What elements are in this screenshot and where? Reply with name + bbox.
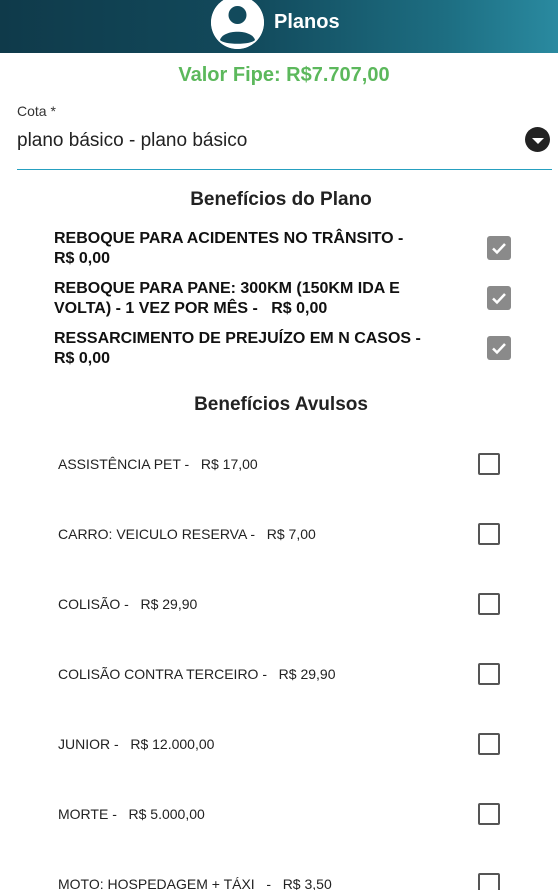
unchecked-checkbox[interactable] (478, 663, 500, 685)
account-circle-icon[interactable] (211, 0, 264, 49)
unchecked-checkbox[interactable] (478, 733, 500, 755)
avulso-label: ASSISTÊNCIA PET - R$ 17,00 (58, 456, 258, 472)
unchecked-checkbox[interactable] (478, 453, 500, 475)
avulso-label: MOTO: HOSPEDAGEM + TÁXI - R$ 3,50 (58, 876, 332, 890)
fipe-value: Valor Fipe: R$7.707,00 (178, 64, 390, 86)
unchecked-checkbox[interactable] (478, 523, 500, 545)
avulso-label: MORTE - R$ 5.000,00 (58, 806, 205, 822)
avulso-item[interactable]: ASSISTÊNCIA PET - R$ 17,00 (58, 446, 518, 486)
avulso-item[interactable]: COLISÃO - R$ 29,90 (58, 586, 518, 626)
checked-checkbox[interactable] (487, 236, 511, 260)
avulso-item[interactable]: MORTE - R$ 5.000,00 (58, 796, 518, 836)
plan-benefits-title: Benefícios do Plano (190, 189, 372, 210)
check-icon (492, 293, 506, 305)
plan-benefit-item: REBOQUE PARA PANE: 300KM (150KM IDA E VO… (54, 279, 544, 323)
avulso-label: COLISÃO CONTRA TERCEIRO - R$ 29,90 (58, 666, 336, 682)
avulso-item[interactable]: COLISÃO CONTRA TERCEIRO - R$ 29,90 (58, 656, 518, 696)
page-title: Planos (274, 11, 340, 33)
avulso-item[interactable]: JUNIOR - R$ 12.000,00 (58, 726, 518, 766)
unchecked-checkbox[interactable] (478, 593, 500, 615)
checked-checkbox[interactable] (487, 336, 511, 360)
plan-benefit-text: REBOQUE PARA PANE: 300KM (150KM IDA E VO… (54, 280, 400, 317)
checked-checkbox[interactable] (487, 286, 511, 310)
check-icon (492, 243, 506, 255)
check-icon (492, 343, 506, 355)
plan-benefit-item: REBOQUE PARA ACIDENTES NO TRÂNSITO - R$ … (54, 229, 544, 273)
avulso-label: CARRO: VEICULO RESERVA - R$ 7,00 (58, 526, 316, 542)
unchecked-checkbox[interactable] (478, 873, 500, 890)
cota-label: Cota * (17, 103, 56, 119)
avulso-label: COLISÃO - R$ 29,90 (58, 596, 198, 612)
plan-benefit-text: REBOQUE PARA ACIDENTES NO TRÂNSITO - R$ … (54, 230, 404, 267)
plan-benefit-item: RESSARCIMENTO DE PREJUÍZO EM N CASOS - R… (54, 329, 544, 373)
avulso-item[interactable]: CARRO: VEICULO RESERVA - R$ 7,00 (58, 516, 518, 556)
app-header: Planos (0, 0, 558, 53)
avulsos-title: Benefícios Avulsos (194, 394, 368, 415)
cota-select[interactable]: plano básico - plano básico (17, 124, 552, 170)
unchecked-checkbox[interactable] (478, 803, 500, 825)
avulso-label: JUNIOR - R$ 12.000,00 (58, 736, 215, 752)
chevron-down-icon[interactable] (525, 127, 550, 152)
plan-benefit-text: RESSARCIMENTO DE PREJUÍZO EM N CASOS - R… (54, 330, 421, 367)
cota-selected-value: plano básico - plano básico (17, 130, 248, 151)
avulso-item[interactable]: MOTO: HOSPEDAGEM + TÁXI - R$ 3,50 (58, 866, 518, 890)
